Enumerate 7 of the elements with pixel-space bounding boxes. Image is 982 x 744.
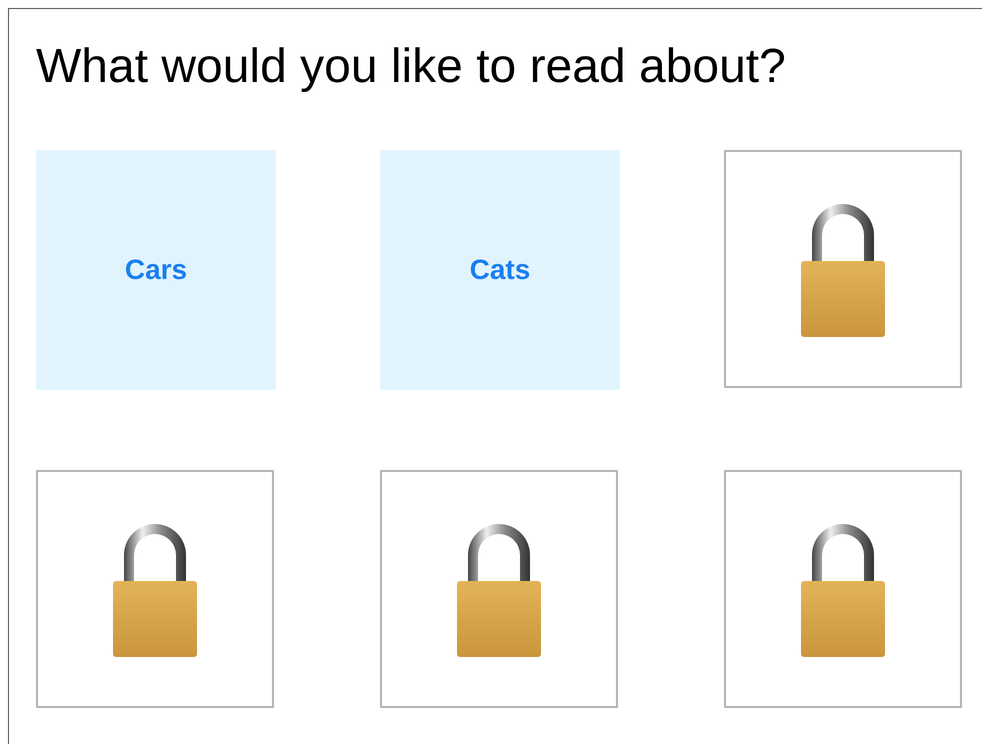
locked-tile[interactable]	[724, 150, 962, 388]
topic-tile[interactable]: Cats	[380, 150, 620, 390]
topic-tile[interactable]: Cars	[36, 150, 276, 390]
locked-tile[interactable]	[380, 470, 618, 708]
locked-tile[interactable]	[724, 470, 962, 708]
page-heading: What would you like to read about?	[36, 39, 786, 95]
locked-tile[interactable]	[36, 470, 274, 708]
